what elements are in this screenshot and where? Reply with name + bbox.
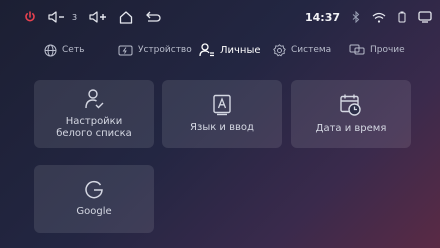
tile-label-line2: белого списка	[56, 128, 132, 139]
screens-icon	[349, 44, 365, 56]
tab-personal[interactable]: Личные	[199, 36, 261, 64]
user-check-icon	[83, 88, 105, 110]
settings-tabs: Сеть Устройство Личные Система Прочие	[0, 36, 440, 64]
tab-device[interactable]: Устройство	[118, 36, 192, 64]
tile-label: Google	[76, 206, 112, 217]
tab-label: Устройство	[138, 45, 192, 55]
back-icon[interactable]	[145, 11, 161, 23]
wifi-icon	[372, 12, 386, 23]
volume-level: 3	[72, 12, 78, 22]
calendar-clock-icon	[339, 93, 363, 117]
tile-language-input[interactable]: Язык и ввод	[162, 80, 282, 148]
google-g-icon	[84, 180, 104, 200]
volume-up-icon[interactable]	[89, 11, 107, 23]
user-icon	[199, 43, 215, 57]
tab-label: Система	[291, 45, 332, 55]
tab-label: Прочие	[370, 45, 405, 55]
tile-label: Дата и время	[315, 123, 387, 134]
status-bar-left: 3	[24, 0, 161, 34]
language-a-icon	[211, 94, 233, 116]
recent-apps-icon[interactable]	[418, 11, 432, 23]
globe-icon	[44, 44, 57, 57]
gear-icon	[273, 43, 286, 57]
status-bar: 3 14:37	[0, 0, 440, 34]
tile-date-time[interactable]: Дата и время	[291, 80, 411, 148]
bluetooth-icon	[352, 11, 360, 23]
power-icon[interactable]	[24, 11, 36, 23]
tab-network[interactable]: Сеть	[44, 36, 84, 64]
tab-label: Сеть	[62, 45, 85, 55]
tab-system[interactable]: Система	[273, 36, 331, 64]
tab-other[interactable]: Прочие	[349, 36, 405, 64]
tile-label: Язык и ввод	[190, 122, 254, 133]
volume-down-icon[interactable]	[48, 11, 66, 23]
tile-google[interactable]: Google	[34, 165, 154, 233]
device-icon	[118, 45, 133, 56]
tile-label-line1: Настройки	[65, 116, 123, 127]
status-bar-right: 14:37	[305, 0, 432, 34]
tile-whitelist-settings[interactable]: Настройки белого списка	[34, 80, 154, 148]
battery-icon	[398, 11, 406, 23]
tile-label: Настройки белого списка	[56, 116, 132, 140]
home-icon[interactable]	[119, 10, 133, 24]
clock: 14:37	[304, 10, 340, 24]
tab-label: Личные	[220, 44, 261, 56]
